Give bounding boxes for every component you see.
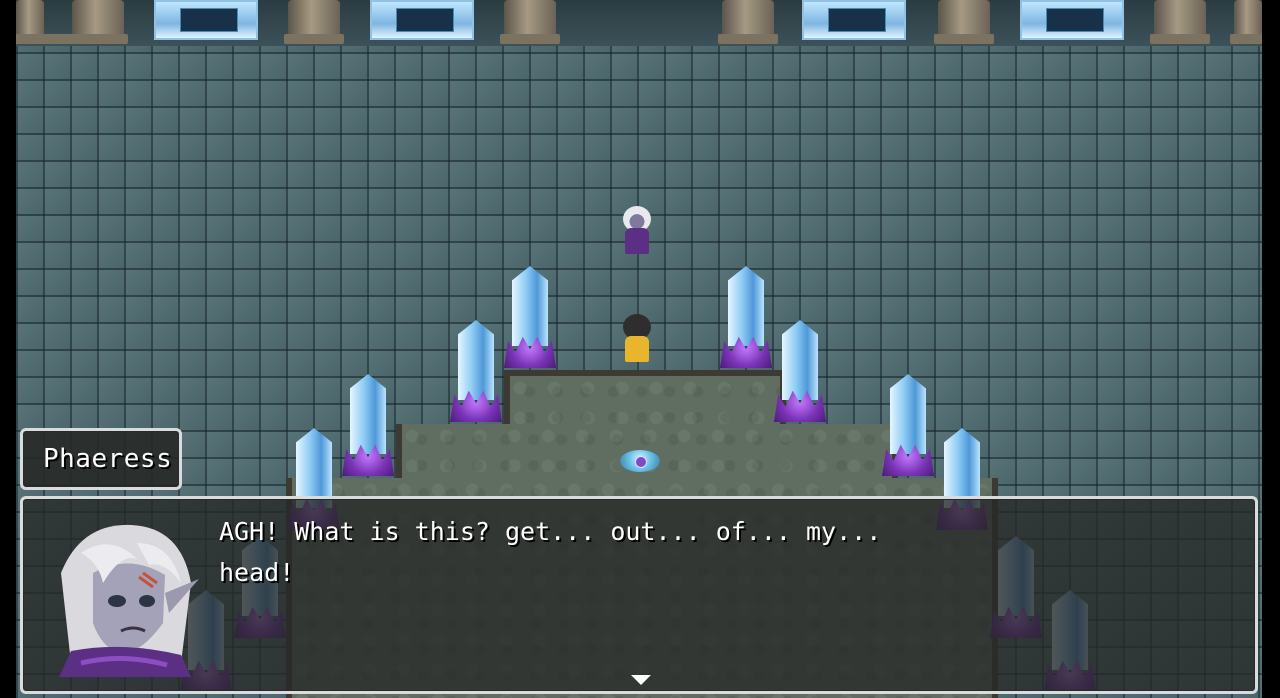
speaker-namebox: Phaeress: [20, 428, 182, 490]
dialogue-text: AGH! What is this? get... out... of... m…: [219, 517, 882, 587]
crystal-orb: [620, 450, 660, 472]
rune-gate: [370, 0, 474, 40]
wall-pillar: [16, 0, 72, 44]
wall-pillar: [934, 0, 994, 44]
crystal: [774, 320, 826, 422]
dialogue-window[interactable]: AGH! What is this? get... out... of... m…: [20, 496, 1258, 694]
crystal: [342, 374, 394, 476]
phaeress-sprite: [618, 206, 656, 256]
crystal: [882, 374, 934, 476]
wall-pillar: [500, 0, 560, 44]
rune-gate: [1020, 0, 1124, 40]
down-triangle-icon[interactable]: [631, 675, 651, 685]
crystal: [504, 266, 556, 368]
wall-pillar: [68, 0, 128, 44]
wall-pillar: [284, 0, 344, 44]
player-sprite: [618, 314, 656, 364]
wall-pillar: [1230, 0, 1262, 44]
rune-gate: [802, 0, 906, 40]
speaker-name: Phaeress: [43, 444, 173, 474]
rune-gate: [154, 0, 258, 40]
crystal: [450, 320, 502, 422]
phaeress-portrait-icon: [41, 513, 205, 677]
crystal: [720, 266, 772, 368]
wall-pillar: [1150, 0, 1210, 44]
wall-pillar: [718, 0, 778, 44]
